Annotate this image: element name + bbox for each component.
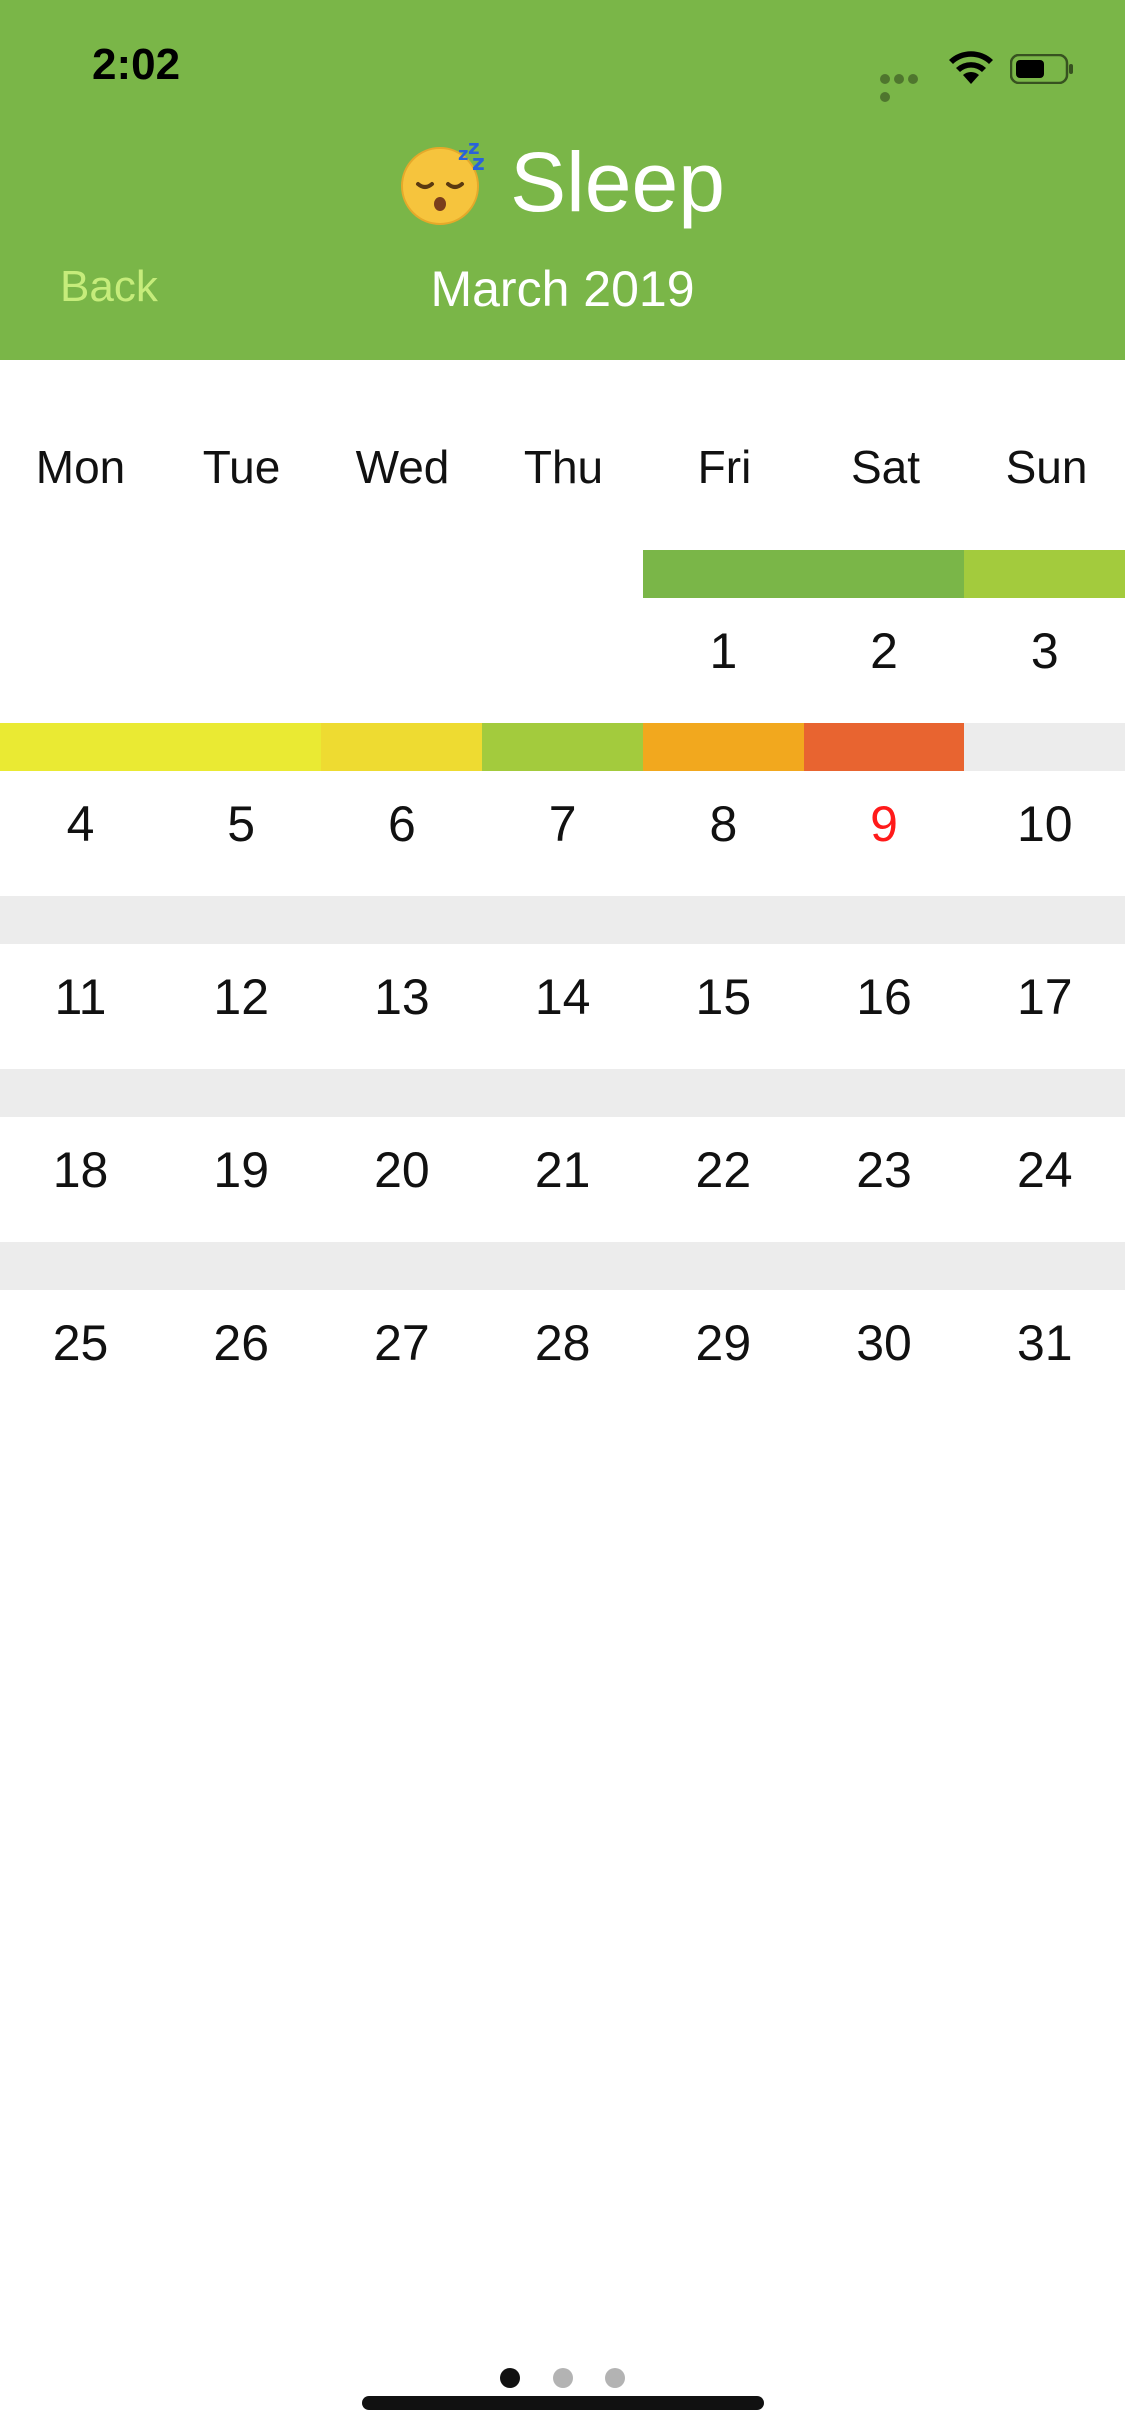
- calendar-day-1[interactable]: 1: [643, 622, 804, 680]
- calendar-day-31[interactable]: 31: [964, 1314, 1125, 1372]
- wifi-icon: [949, 51, 993, 84]
- sleep-quality-bar-segment: [642, 896, 804, 944]
- sleep-quality-bar-segment: [482, 1069, 644, 1117]
- calendar-day-15[interactable]: 15: [643, 968, 804, 1026]
- status-bar-time: 2:02: [92, 40, 181, 89]
- week-sleep-bar: [0, 1242, 1125, 1290]
- week-sleep-bar: [0, 550, 1125, 598]
- weekday-thu: Thu: [523, 441, 604, 493]
- calendar-day-3[interactable]: 3: [964, 622, 1125, 680]
- page-indicator[interactable]: [0, 2368, 1125, 2392]
- sleep-quality-bar-segment: [642, 1069, 804, 1117]
- sleep-quality-bar-segment: [0, 1242, 161, 1290]
- cellular-signal-icon: [880, 74, 934, 102]
- sleep-quality-bar-segment: [482, 896, 644, 944]
- sleep-quality-bar-segment: [964, 1242, 1125, 1290]
- sleep-quality-bar-segment: [160, 723, 322, 771]
- page-title: z z z Sleep: [0, 132, 1125, 232]
- weekday-tue: Tue: [202, 441, 281, 493]
- weekday-header-row: Mon Tue Wed Thu Fri Sat Sun: [0, 440, 1125, 500]
- sleep-quality-bar-segment: [321, 1242, 483, 1290]
- calendar-day-16[interactable]: 16: [804, 968, 965, 1026]
- sleep-quality-bar-segment: [160, 1242, 322, 1290]
- calendar-day-6[interactable]: 6: [321, 795, 482, 853]
- calendar-day-19[interactable]: 19: [161, 1141, 322, 1199]
- calendar-day-22[interactable]: 22: [643, 1141, 804, 1199]
- calendar-day-23[interactable]: 23: [804, 1141, 965, 1199]
- sleep-quality-bar-segment: [803, 550, 965, 598]
- calendar-day-28[interactable]: 28: [482, 1314, 643, 1372]
- weekday-sat: Sat: [850, 441, 921, 493]
- sleep-quality-bar-segment: [321, 1069, 483, 1117]
- calendar-day-14[interactable]: 14: [482, 968, 643, 1026]
- sleep-quality-bar-segment: [964, 1069, 1125, 1117]
- calendar-day-26[interactable]: 26: [161, 1314, 322, 1372]
- page-dot-3[interactable]: [604, 2368, 625, 2388]
- month-label: March 2019: [430, 261, 695, 317]
- weekday-fri: Fri: [697, 441, 752, 493]
- svg-text:z: z: [458, 144, 468, 165]
- calendar-day-2[interactable]: 2: [804, 622, 965, 680]
- calendar-day-12[interactable]: 12: [161, 968, 322, 1026]
- battery-icon: [1010, 54, 1073, 84]
- calendar-day-8[interactable]: 8: [643, 795, 804, 853]
- calendar-day-20[interactable]: 20: [321, 1141, 482, 1199]
- svg-text:z: z: [472, 151, 485, 176]
- sleep-quality-bar-segment: [964, 723, 1125, 771]
- calendar-day-11[interactable]: 11: [0, 968, 161, 1026]
- calendar-day-30[interactable]: 30: [804, 1314, 965, 1372]
- sleep-quality-bar-segment: [803, 1242, 965, 1290]
- calendar-day-18[interactable]: 18: [0, 1141, 161, 1199]
- sleep-quality-bar-segment: [321, 723, 483, 771]
- week-sleep-bar: [0, 723, 1125, 771]
- calendar-day-4[interactable]: 4: [0, 795, 161, 853]
- sleep-quality-bar-segment: [803, 896, 965, 944]
- home-indicator[interactable]: [362, 2396, 764, 2410]
- calendar-day-7[interactable]: 7: [482, 795, 643, 853]
- sleep-quality-bar-segment: [803, 723, 965, 771]
- calendar-day-17[interactable]: 17: [964, 968, 1125, 1026]
- sleep-quality-bar-segment: [642, 723, 804, 771]
- sleep-quality-bar-segment: [964, 550, 1125, 598]
- sleep-quality-bar-segment: [160, 896, 322, 944]
- week-sleep-bar: [0, 896, 1125, 944]
- sleep-quality-bar-segment: [0, 723, 161, 771]
- weekday-wed: Wed: [355, 441, 450, 493]
- sleep-quality-bar-segment: [160, 1069, 322, 1117]
- calendar-day-24[interactable]: 24: [964, 1141, 1125, 1199]
- sleep-quality-bar-segment: [0, 896, 161, 944]
- calendar-day-10[interactable]: 10: [964, 795, 1125, 853]
- app-header: 2:02 z z z Sleep Back March 2019: [0, 0, 1125, 360]
- sleep-quality-bar-segment: [964, 896, 1125, 944]
- weekday-sun: Sun: [1005, 441, 1088, 493]
- week-sleep-bar: [0, 1069, 1125, 1117]
- calendar-day-21[interactable]: 21: [482, 1141, 643, 1199]
- sleep-quality-bar-segment: [0, 1069, 161, 1117]
- page-dot-1[interactable]: [500, 2368, 521, 2388]
- sleep-quality-bar-segment: [642, 550, 804, 598]
- weekday-mon: Mon: [35, 441, 126, 493]
- calendar-day-29[interactable]: 29: [643, 1314, 804, 1372]
- calendar-day-13[interactable]: 13: [321, 968, 482, 1026]
- sleep-quality-bar-segment: [482, 1242, 644, 1290]
- page-title-text: Sleep: [510, 135, 725, 229]
- page-dot-2[interactable]: [552, 2368, 573, 2388]
- calendar-day-9[interactable]: 9: [804, 795, 965, 853]
- sleep-quality-bar-segment: [803, 1069, 965, 1117]
- sleeping-face-icon: z z z: [401, 140, 485, 225]
- sleep-quality-bar-segment: [482, 723, 644, 771]
- calendar-day-5[interactable]: 5: [161, 795, 322, 853]
- sleep-quality-bar-segment: [321, 896, 483, 944]
- calendar-day-27[interactable]: 27: [321, 1314, 482, 1372]
- sleep-quality-bar-segment: [642, 1242, 804, 1290]
- calendar-day-25[interactable]: 25: [0, 1314, 161, 1372]
